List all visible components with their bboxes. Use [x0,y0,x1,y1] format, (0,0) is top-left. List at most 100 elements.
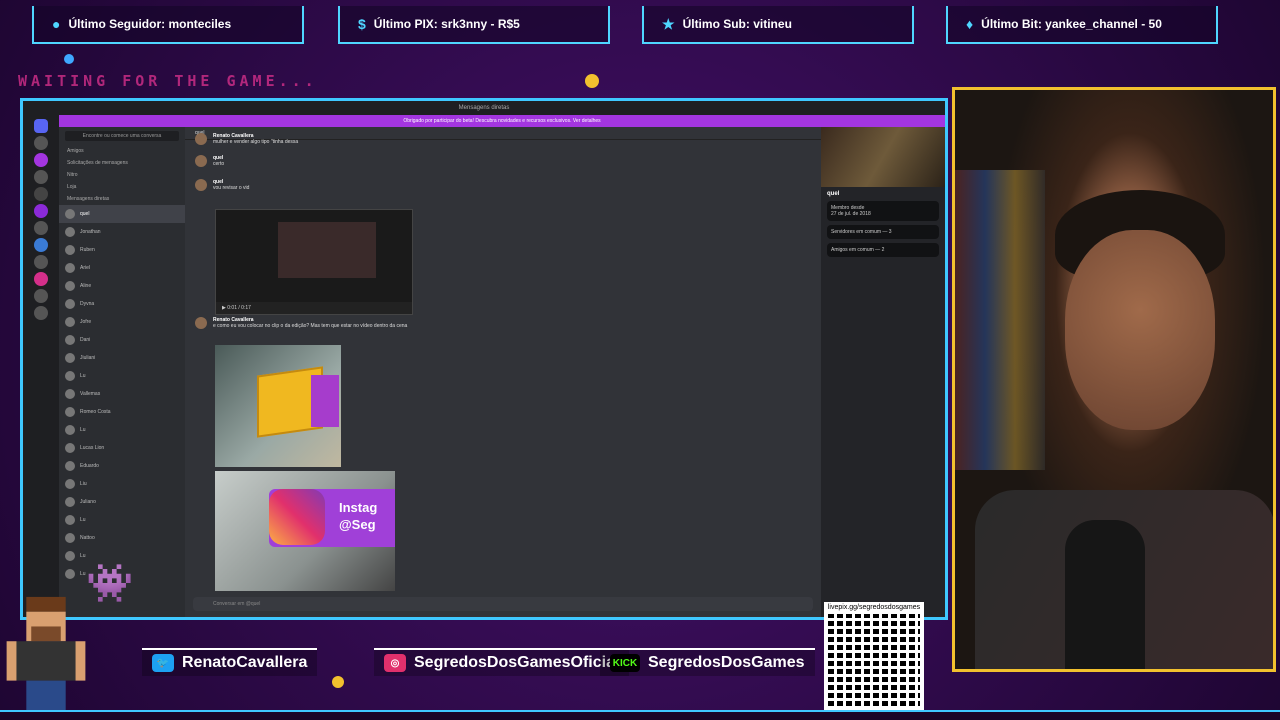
alert-text: Último Sub: vitineu [682,17,792,31]
nav-store[interactable]: Loja [59,181,185,193]
avatar [65,407,75,417]
avatar [195,317,207,329]
dm-item-label: Lu [80,373,86,379]
server-icon[interactable] [34,187,48,201]
dm-item-label: Liu [80,481,87,487]
instagram-icon: ◎ [384,654,406,672]
instagram-icon [269,489,325,545]
chat-input[interactable]: Conversar em @quel [193,597,813,611]
nav-friends[interactable]: Amigos [59,145,185,157]
image-attachment[interactable]: Instag @Seg [215,471,395,591]
dm-item-label: Lu [80,517,86,523]
server-icon[interactable] [34,170,48,184]
dm-item[interactable]: Dyvna [59,295,185,313]
dm-item[interactable]: Eduardo [59,457,185,475]
alert-last-pix: $ Último PIX: srk3nny - R$5 [338,6,610,44]
profile-banner [821,127,945,187]
dm-item[interactable]: Nattoo [59,529,185,547]
nav-requests[interactable]: Solicitações de mensagens [59,157,185,169]
kick-icon: KICK [610,654,640,672]
server-icon[interactable] [34,272,48,286]
message-text: certo [213,161,225,167]
social-instagram: ◎ SegredosDosGamesOficial [374,648,630,676]
dot-icon [64,54,74,64]
dm-search-input[interactable]: Encontre ou comece uma conversa [65,131,179,141]
avatar [65,353,75,363]
nitro-banner[interactable]: Obrigado por participar do beta! Descubr… [59,115,945,127]
video-controls[interactable]: ▶ 0:01 / 0:17 [216,302,412,314]
friends-common[interactable]: Amigos em comum — 2 [827,243,939,257]
server-icon[interactable] [34,136,48,150]
message: Renato Cavallera e como eu vou colocar n… [195,317,407,329]
discord-home-icon[interactable] [34,119,48,133]
server-list[interactable] [23,115,59,617]
discord-window: Mensagens diretas Obrigado por participa… [20,98,948,620]
waiting-text: WAITING FOR THE GAME... [18,72,318,90]
avatar [65,299,75,309]
dm-item[interactable]: quel [59,205,185,223]
dm-item[interactable]: Aline [59,277,185,295]
avatar [195,179,207,191]
image-attachment[interactable] [215,345,341,467]
dm-item[interactable]: Lu [59,421,185,439]
server-icon[interactable] [34,238,48,252]
servers-common[interactable]: Servidores em comum — 3 [827,225,939,239]
dm-item[interactable]: Vallemas [59,385,185,403]
dm-item[interactable]: Lucas Lion [59,439,185,457]
dm-sidebar: Encontre ou comece uma conversa Amigos S… [59,127,185,617]
dm-item-label: Jiuliani [80,355,96,361]
server-icon[interactable] [34,153,48,167]
chat-area: quel Renato Cavallera mulher e vender al… [185,127,821,617]
dm-item[interactable]: Jofre [59,313,185,331]
dm-item[interactable]: Ariel [59,259,185,277]
nav-nitro[interactable]: Nitro [59,169,185,181]
message-text: e como eu vou colocar no clip o da ediçã… [213,323,408,329]
dm-item-label: Jonathan [80,229,101,235]
server-icon[interactable] [34,221,48,235]
alert-text: Último PIX: srk3nny - R$5 [373,17,520,31]
dm-item-label: quel [80,211,90,217]
dm-item[interactable]: Liu [59,475,185,493]
livepix-qr: livepix.gg/segredosdosgames [824,602,924,716]
server-icon[interactable] [34,289,48,303]
social-kick: KICK SegredosDosGames [600,648,815,676]
microphone [1065,520,1145,669]
avatar [65,209,75,219]
server-icon[interactable] [34,306,48,320]
avatar [65,227,75,237]
profile-name: quel [827,191,840,197]
social-twitter: 🐦 RenatoCavallera [142,648,318,676]
avatar [65,515,75,525]
server-icon[interactable] [34,255,48,269]
avatar [65,533,75,543]
background-shelf [955,170,1045,470]
social-handle: RenatoCavallera [182,654,308,671]
alert-last-sub: ★ Último Sub: vitineu [642,6,914,44]
dm-item[interactable]: Ruben [59,241,185,259]
dm-item[interactable]: Jonathan [59,223,185,241]
dm-item[interactable]: Lu [59,367,185,385]
dm-item[interactable]: Juliano [59,493,185,511]
pacman-icon [585,74,599,88]
dm-item[interactable]: Lu [59,511,185,529]
qr-code [828,614,920,706]
cube-side [311,375,339,427]
server-icon[interactable] [34,204,48,218]
avatar [65,425,75,435]
dm-item-label: Jofre [80,319,92,325]
play-icon[interactable]: ▶ [222,305,226,311]
dm-item-label: Lu [80,571,86,577]
alert-last-bit: ♦ Último Bit: yankee_channel - 50 [946,6,1218,44]
avatar [65,371,75,381]
avatar [65,497,75,507]
dm-item-label: Dyvna [80,301,95,307]
dm-item[interactable]: Jiuliani [59,349,185,367]
bottom-bar [0,710,1280,720]
dm-item[interactable]: Romeo Costa [59,403,185,421]
alert-last-follower: ● Último Seguidor: monteciles [32,6,304,44]
dm-item[interactable]: Dani [59,331,185,349]
dm-item-label: Dani [80,337,91,343]
dm-item-label: Eduardo [80,463,99,469]
avatar [65,443,75,453]
video-attachment[interactable]: ▶ 0:01 / 0:17 [215,209,413,315]
